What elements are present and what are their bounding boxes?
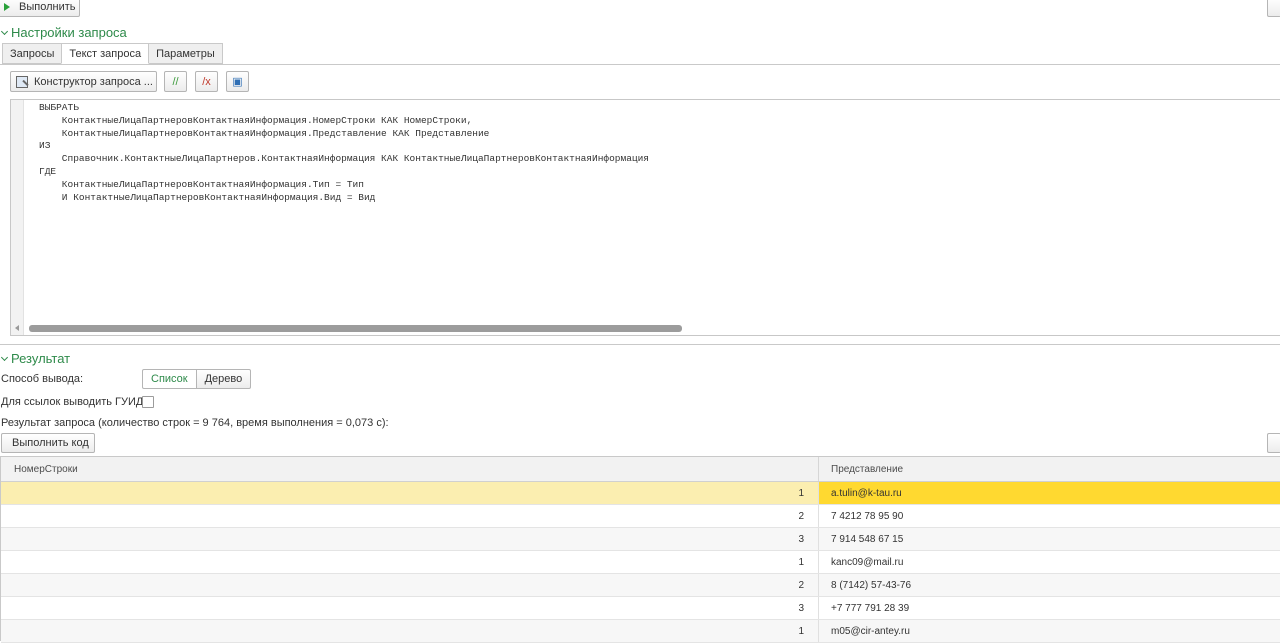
cell-row-number[interactable]: 1: [1, 551, 819, 573]
output-mode-switch: Список Дерево: [142, 369, 252, 389]
execute-code-label: Выполнить код: [12, 437, 89, 449]
scroll-left-arrow-icon[interactable]: [15, 325, 19, 331]
column-header-representation[interactable]: Представление: [819, 457, 1280, 481]
result-summary: Результат запроса (количество строк = 9 …: [1, 417, 389, 429]
result-edge-button[interactable]: [1267, 433, 1280, 453]
query-constructor-label: Конструктор запроса ...: [34, 75, 153, 88]
query-tabs: Запросы Текст запроса Параметры: [2, 43, 223, 64]
cell-row-number[interactable]: 3: [1, 597, 819, 619]
collapse-chevron-icon: [0, 27, 9, 35]
cell-representation[interactable]: +7 777 791 28 39: [819, 597, 1280, 619]
cell-representation[interactable]: a.tulin@k-tau.ru: [819, 482, 1280, 504]
uncomment-icon: /x: [202, 75, 211, 88]
query-constructor-button[interactable]: Конструктор запроса ...: [10, 71, 157, 92]
guid-label: Для ссылок выводить ГУИД:: [1, 396, 147, 408]
cell-row-number[interactable]: 2: [1, 505, 819, 527]
table-header: НомерСтроки Представление: [1, 457, 1280, 482]
table-row[interactable]: 2 8 (7142) 57-43-76: [1, 574, 1280, 597]
query-settings-header[interactable]: Настройки запроса: [0, 25, 127, 40]
table-row[interactable]: 2 7 4212 78 95 90: [1, 505, 1280, 528]
scrollbar-thumb[interactable]: [29, 325, 682, 332]
tab-query-text[interactable]: Текст запроса: [61, 43, 150, 64]
output-mode-tree[interactable]: Дерево: [195, 369, 252, 389]
result-table[interactable]: НомерСтроки Представление 1 a.tulin@k-ta…: [0, 456, 1280, 643]
toolbar-edge-button[interactable]: [1267, 0, 1280, 17]
play-icon: [4, 3, 10, 11]
editor-horizontal-scrollbar[interactable]: [15, 325, 1280, 332]
format-icon: ▣: [232, 76, 243, 88]
collapse-chevron-icon: [0, 353, 9, 361]
output-mode-list[interactable]: Список: [142, 369, 197, 389]
execute-code-button[interactable]: Выполнить код: [1, 433, 95, 453]
result-header[interactable]: Результат: [0, 351, 70, 366]
guid-checkbox[interactable]: [142, 396, 154, 408]
table-row[interactable]: 1 kanc09@mail.ru: [1, 551, 1280, 574]
cell-row-number[interactable]: 1: [1, 620, 819, 642]
cell-representation[interactable]: 7 914 548 67 15: [819, 528, 1280, 550]
cell-representation[interactable]: 7 4212 78 95 90: [819, 505, 1280, 527]
table-row[interactable]: 1 m05@cir-antey.ru: [1, 620, 1280, 643]
tab-queries[interactable]: Запросы: [2, 43, 63, 64]
column-header-row-number[interactable]: НомерСтроки: [1, 457, 819, 481]
cell-representation[interactable]: 8 (7142) 57-43-76: [819, 574, 1280, 596]
cell-representation[interactable]: m05@cir-antey.ru: [819, 620, 1280, 642]
comment-icon: //: [172, 75, 179, 88]
editor-divider: [0, 344, 1280, 345]
table-row[interactable]: 1 a.tulin@k-tau.ru: [1, 482, 1280, 505]
cell-row-number[interactable]: 3: [1, 528, 819, 550]
tabs-divider: [0, 64, 1280, 65]
result-title: Результат: [11, 351, 71, 366]
run-button-label: Выполнить: [19, 1, 76, 13]
cell-row-number[interactable]: 1: [1, 482, 819, 504]
output-mode-label: Способ вывода:: [1, 373, 84, 385]
comment-button[interactable]: //: [164, 71, 187, 92]
table-row[interactable]: 3 +7 777 791 28 39: [1, 597, 1280, 620]
cell-representation[interactable]: kanc09@mail.ru: [819, 551, 1280, 573]
cell-row-number[interactable]: 2: [1, 574, 819, 596]
uncomment-button[interactable]: /x: [195, 71, 218, 92]
tab-parameters[interactable]: Параметры: [148, 43, 223, 64]
query-text[interactable]: ВЫБРАТЬ КонтактныеЛицаПартнеровКонтактна…: [39, 102, 649, 204]
format-query-button[interactable]: ▣: [226, 71, 249, 92]
query-text-editor[interactable]: ВЫБРАТЬ КонтактныеЛицаПартнеровКонтактна…: [10, 99, 1280, 336]
table-row[interactable]: 3 7 914 548 67 15: [1, 528, 1280, 551]
editor-gutter: [11, 100, 24, 335]
run-button[interactable]: Выполнить: [0, 0, 80, 17]
query-constructor-icon: [16, 75, 28, 88]
query-settings-title: Настройки запроса: [11, 25, 127, 40]
